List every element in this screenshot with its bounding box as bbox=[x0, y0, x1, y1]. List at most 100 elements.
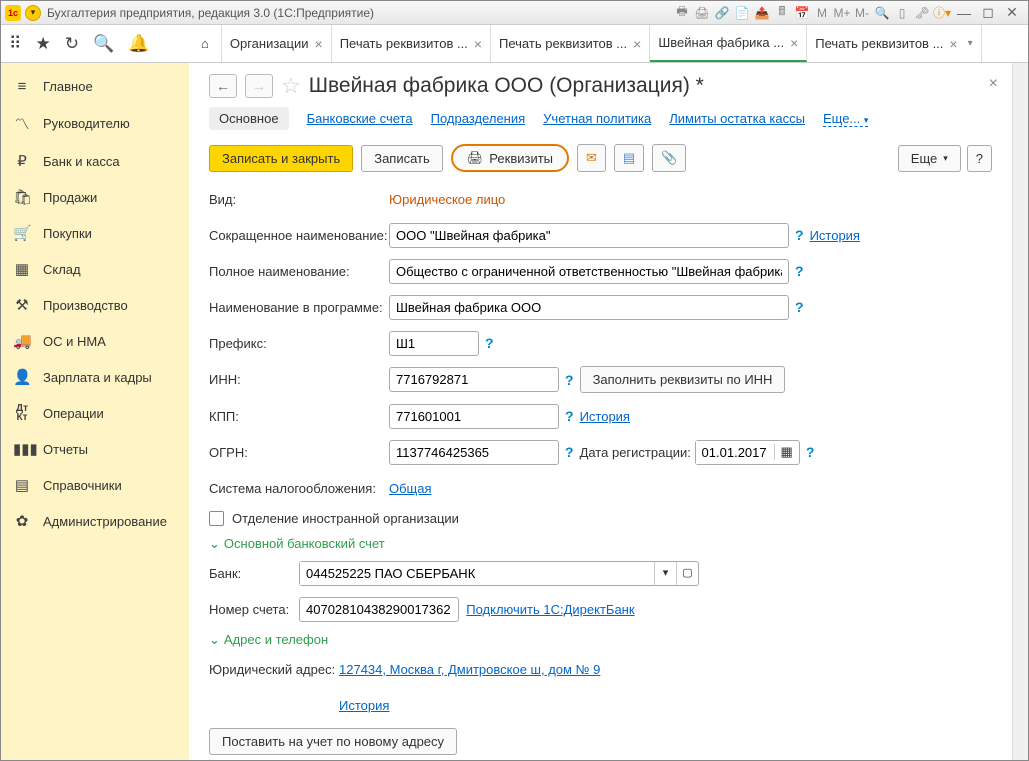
attach-button[interactable]: 📎 bbox=[652, 144, 686, 172]
fullname-input[interactable] bbox=[389, 259, 789, 284]
tax-link[interactable]: Общая bbox=[389, 481, 432, 496]
kpp-history-link[interactable]: История bbox=[580, 409, 630, 424]
toolbar-mplus[interactable]: M+ bbox=[832, 4, 852, 22]
nav-forward-button[interactable]: → bbox=[245, 74, 273, 98]
sidebar-item-sales[interactable]: 🛍Продажи bbox=[1, 179, 189, 215]
tab-3[interactable]: Швейная фабрика ...× bbox=[650, 25, 807, 62]
help-icon[interactable]: ? bbox=[795, 227, 804, 243]
inn-input[interactable] bbox=[389, 367, 559, 392]
toolbar-export-icon[interactable]: 📤 bbox=[752, 4, 772, 22]
subtab-limits[interactable]: Лимиты остатка кассы bbox=[669, 111, 805, 126]
addr-history-link[interactable]: История bbox=[339, 698, 389, 713]
toolbar-info-icon[interactable]: ⓘ▾ bbox=[932, 4, 952, 22]
help-icon[interactable]: ? bbox=[565, 444, 574, 460]
tab-close-icon[interactable]: × bbox=[315, 36, 323, 52]
tab-0[interactable]: Организации× bbox=[222, 25, 332, 62]
sidebar-item-production[interactable]: ⚒Производство bbox=[1, 287, 189, 323]
toolbar-save-icon[interactable]: 🖶 bbox=[672, 4, 692, 22]
toolbar-panel-icon[interactable]: ▯ bbox=[892, 4, 912, 22]
ogrn-input[interactable] bbox=[389, 440, 559, 465]
apps-icon[interactable]: ⠿ bbox=[9, 34, 21, 54]
more-actions-button[interactable]: Еще ▾ bbox=[898, 145, 961, 172]
list-button[interactable]: ▤ bbox=[614, 144, 644, 172]
toolbar-mminus[interactable]: M- bbox=[852, 4, 872, 22]
sidebar-item-assets[interactable]: 🚚ОС и НМА bbox=[1, 323, 189, 359]
sidebar-item-admin[interactable]: ✿Администрирование bbox=[1, 503, 189, 539]
fill-inn-button[interactable]: Заполнить реквизиты по ИНН bbox=[580, 366, 786, 393]
window-maximize[interactable]: ◻ bbox=[976, 3, 1000, 22]
mail-button[interactable]: ✉ bbox=[577, 144, 606, 172]
favorite-star-icon[interactable]: ☆ bbox=[281, 73, 301, 99]
help-icon[interactable]: ? bbox=[565, 408, 574, 424]
directbank-link[interactable]: Подключить 1С:ДиректБанк bbox=[466, 602, 634, 617]
toolbar-calendar-icon[interactable]: 📅 bbox=[792, 4, 812, 22]
dropdown-icon[interactable]: ▾ bbox=[654, 562, 676, 585]
tab-2[interactable]: Печать реквизитов ...× bbox=[491, 25, 650, 62]
help-icon[interactable]: ? bbox=[795, 299, 804, 315]
toolbar-m[interactable]: M bbox=[812, 4, 832, 22]
subtab-bank[interactable]: Банковские счета bbox=[307, 111, 413, 126]
favorite-icon[interactable]: ★ bbox=[35, 34, 50, 54]
legal-addr-link[interactable]: 127434, Москва г, Дмитровское ш, дом № 9 bbox=[339, 662, 600, 677]
address-section-header[interactable]: ⌄Адрес и телефон bbox=[209, 632, 992, 648]
bank-section-header[interactable]: ⌄Основной банковский счет bbox=[209, 536, 992, 552]
subtab-policy[interactable]: Учетная политика bbox=[543, 111, 651, 126]
toolbar-print-icon[interactable]: 🖨 bbox=[692, 4, 712, 22]
tab-4[interactable]: Печать реквизитов ...×▾ bbox=[807, 25, 981, 62]
foreign-checkbox[interactable] bbox=[209, 511, 224, 526]
kpp-input[interactable] bbox=[389, 404, 559, 429]
help-button[interactable]: ? bbox=[967, 145, 992, 172]
sidebar-item-catalogs[interactable]: ▤Справочники bbox=[1, 467, 189, 503]
sidebar-item-salary[interactable]: 👤Зарплата и кадры bbox=[1, 359, 189, 395]
toolbar-key-icon[interactable]: 🗝 bbox=[912, 4, 932, 22]
requisites-button[interactable]: 🖨Реквизиты bbox=[451, 144, 569, 172]
open-icon[interactable]: ▢ bbox=[676, 562, 698, 585]
help-icon[interactable]: ? bbox=[795, 263, 804, 279]
history-link[interactable]: История bbox=[810, 228, 860, 243]
prefix-input[interactable] bbox=[389, 331, 479, 356]
bank-select[interactable]: ▾ ▢ bbox=[299, 561, 699, 586]
nav-back-button[interactable]: ← bbox=[209, 74, 237, 98]
bell-icon[interactable]: 🔔 bbox=[128, 34, 149, 54]
tab-close-icon[interactable]: × bbox=[790, 35, 798, 51]
tab-1[interactable]: Печать реквизитов ...× bbox=[332, 25, 491, 62]
search-icon[interactable]: 🔍 bbox=[93, 34, 114, 54]
window-close[interactable]: ✕ bbox=[1000, 3, 1024, 22]
sidebar-item-bank[interactable]: ₽Банк и касса bbox=[1, 143, 189, 179]
calendar-icon[interactable]: ▦ bbox=[774, 444, 799, 460]
save-close-button[interactable]: Записать и закрыть bbox=[209, 145, 353, 172]
bank-input[interactable] bbox=[300, 562, 654, 585]
progname-input[interactable] bbox=[389, 295, 789, 320]
save-button[interactable]: Записать bbox=[361, 145, 443, 172]
tab-close-icon[interactable]: × bbox=[474, 36, 482, 52]
window-minimize[interactable]: — bbox=[952, 4, 976, 22]
subtab-main[interactable]: Основное bbox=[209, 107, 289, 130]
toolbar-zoom-icon[interactable]: 🔍 bbox=[872, 4, 892, 22]
account-input[interactable] bbox=[299, 597, 459, 622]
sidebar-item-manager[interactable]: 〽Руководителю bbox=[1, 104, 189, 143]
toolbar-calc-icon[interactable]: 🖩 bbox=[772, 4, 792, 22]
toolbar-link-icon[interactable]: 🔗 bbox=[712, 4, 732, 22]
regdate-field[interactable]: ▦ bbox=[695, 440, 800, 465]
new-address-button[interactable]: Поставить на учет по новому адресу bbox=[209, 728, 457, 755]
sidebar-item-operations[interactable]: ДтКтОперации bbox=[1, 395, 189, 431]
sidebar-item-purchases[interactable]: 🛒Покупки bbox=[1, 215, 189, 251]
sidebar-item-warehouse[interactable]: ▦Склад bbox=[1, 251, 189, 287]
toolbar-doc-icon[interactable]: 📄 bbox=[732, 4, 752, 22]
subtab-more[interactable]: Еще... ▾ bbox=[823, 111, 868, 127]
tab-close-icon[interactable]: × bbox=[949, 36, 957, 52]
help-icon[interactable]: ? bbox=[485, 335, 494, 351]
help-icon[interactable]: ? bbox=[565, 372, 574, 388]
tab-close-icon[interactable]: × bbox=[633, 36, 641, 52]
tab-dropdown-icon[interactable]: ▾ bbox=[964, 38, 973, 49]
tab-home[interactable]: ⌂ bbox=[189, 25, 222, 62]
sidebar-item-reports[interactable]: ▮▮▮Отчеты bbox=[1, 431, 189, 467]
regdate-input[interactable] bbox=[696, 441, 774, 464]
sidebar-item-main[interactable]: ≡Главное bbox=[1, 69, 189, 104]
history-icon[interactable]: ↻ bbox=[65, 34, 79, 54]
subtab-divisions[interactable]: Подразделения bbox=[431, 111, 526, 126]
scrollbar[interactable] bbox=[1012, 63, 1028, 760]
help-icon[interactable]: ? bbox=[806, 444, 815, 460]
shortname-input[interactable] bbox=[389, 223, 789, 248]
page-close-button[interactable]: × bbox=[989, 75, 998, 93]
